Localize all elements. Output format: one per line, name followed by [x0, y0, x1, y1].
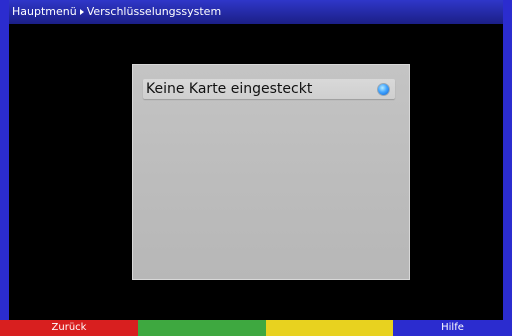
breadcrumb-current: Verschlüsselungssystem: [86, 5, 222, 18]
red-key-button[interactable]: Zurück: [0, 320, 138, 336]
card-status-row[interactable]: Keine Karte eingesteckt: [143, 79, 395, 99]
selection-dot-icon: [377, 83, 390, 96]
red-key-label: Zurück: [51, 322, 87, 333]
yellow-key-button[interactable]: [266, 320, 393, 336]
breadcrumb-root: Hauptmenü: [12, 5, 77, 18]
breadcrumb: Hauptmenü Verschlüsselungssystem: [12, 0, 221, 24]
card-status-label: Keine Karte eingesteckt: [146, 81, 313, 97]
right-border: [503, 0, 512, 336]
screen: Hauptmenü Verschlüsselungssystem Keine K…: [9, 0, 503, 336]
green-key-button[interactable]: [138, 320, 266, 336]
title-bar: Hauptmenü Verschlüsselungssystem: [9, 0, 503, 24]
blue-key-button[interactable]: Hilfe: [393, 320, 512, 336]
left-border: [0, 0, 9, 336]
arrow-right-icon: [79, 9, 84, 15]
encryption-panel: Keine Karte eingesteckt: [132, 64, 410, 280]
blue-key-label: Hilfe: [441, 322, 464, 333]
color-key-bar: Zurück Hilfe: [0, 320, 512, 336]
